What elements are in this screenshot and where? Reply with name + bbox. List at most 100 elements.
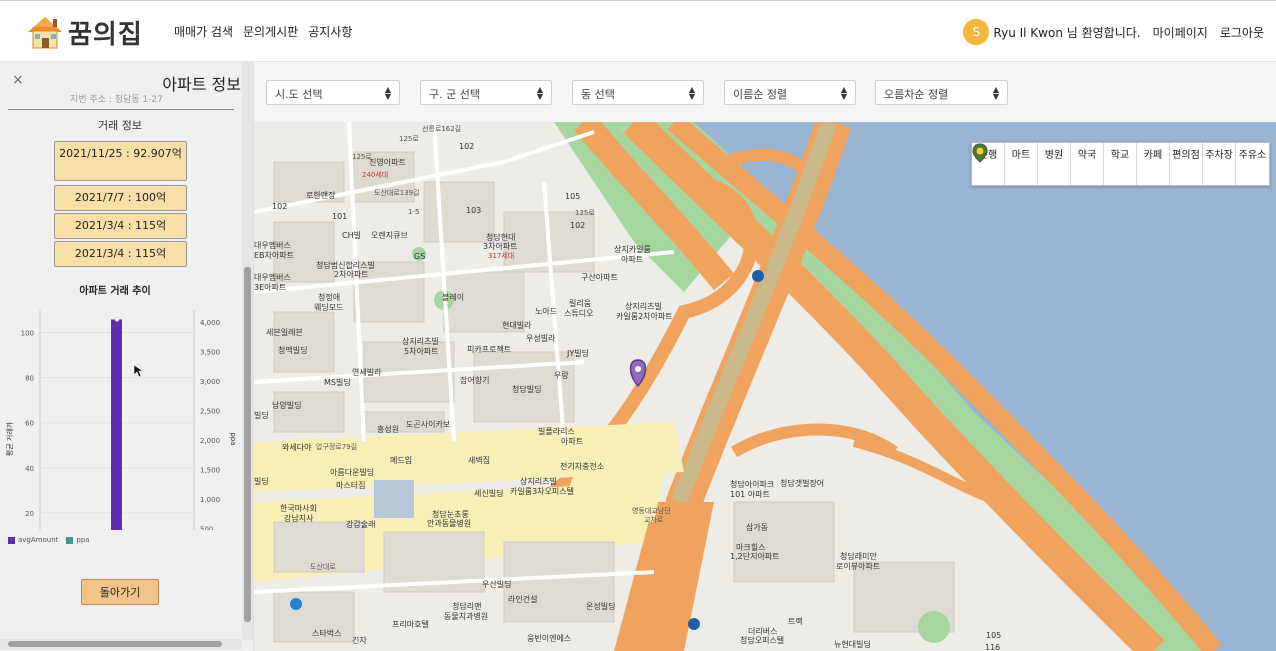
legend-item-ppa[interactable]: ppa: [66, 536, 90, 544]
y-tick-label: 100: [21, 330, 34, 338]
divider: [8, 109, 234, 110]
map-label: 강감술래: [346, 520, 376, 529]
map-label: 아름다운빌딩: [330, 468, 375, 477]
category-button[interactable]: 마트: [972, 143, 1038, 185]
category-button[interactable]: 주차장: [972, 143, 1236, 185]
sort-order-select[interactable]: 오름차순 정렬 ▲ ▼: [875, 80, 1008, 105]
category-button[interactable]: 편의점: [972, 143, 1203, 185]
category-label: 카페: [1143, 150, 1163, 161]
select-arrow-icon: ▲ ▼: [840, 85, 847, 101]
dong-select[interactable]: 동 선택 ▲ ▼: [572, 80, 704, 105]
map-label: 3E아파트: [254, 283, 287, 292]
map-label: 청맥빌딩: [278, 346, 308, 355]
map-label: 메드임: [390, 456, 413, 465]
select-arrow-icon: ▲ ▼: [384, 85, 391, 101]
avatar[interactable]: S: [963, 19, 990, 45]
map-label: 카일룸2차아파트: [616, 312, 673, 321]
back-button[interactable]: 돌아가기: [81, 579, 159, 605]
map-label: 트랙: [788, 617, 803, 626]
map-label: 카일룸3차오피스텔: [510, 487, 574, 496]
map-label: 남양빌딩: [272, 401, 302, 410]
deal-item[interactable]: 2021/3/4 : 115억: [54, 241, 187, 267]
nav-price-search[interactable]: 매매가 검색: [174, 23, 233, 40]
map-label: 블레이: [442, 293, 465, 302]
map-view[interactable]: 125로 선릉로162길 102 125로 진영아파트 240세대 로한맨장 도산대로139길…: [254, 122, 1276, 651]
map-label: 청담오피스텔: [740, 636, 785, 645]
map-label: 101: [332, 212, 348, 221]
y2-tick-label: 1,000: [200, 496, 220, 504]
scroll-thumb[interactable]: [8, 641, 222, 647]
map-label: 116: [985, 643, 1001, 651]
sort-name-select-value: 이름순 정렬: [733, 88, 788, 101]
map-label: GS: [414, 252, 426, 261]
nav-inquiry-board[interactable]: 문의게시판: [243, 23, 298, 40]
logout-link[interactable]: 로그아웃: [1220, 24, 1264, 41]
sido-select[interactable]: 시.도 선택 ▲ ▼: [266, 80, 400, 105]
legend-item-avgamount[interactable]: avgAmount: [8, 536, 58, 544]
map-label: 구산아파트: [581, 273, 618, 282]
map-label: 청담갯벌장어: [780, 479, 825, 488]
map-label: 선릉로162길: [422, 125, 462, 133]
map-label: 125로: [399, 135, 419, 143]
panel-vertical-scrollbar[interactable]: [242, 62, 253, 640]
deal-item[interactable]: 2021/7/7 : 100억: [54, 185, 187, 211]
map-label: 도산대로139길: [374, 189, 420, 197]
map-label: 새벽집: [468, 456, 491, 465]
category-button[interactable]: 병원: [972, 143, 1071, 185]
map-label: 317세대: [488, 252, 515, 260]
legend-swatch: [66, 536, 74, 544]
top-header: 꿈의집 매매가 검색 문의게시판 공지사항 S Ryu Il Kwon 님 환영…: [0, 0, 1276, 62]
y-tick-label: 80: [25, 375, 34, 383]
panel-horizontal-scrollbar[interactable]: [0, 639, 242, 650]
map-label: 도곤사이카보: [406, 420, 451, 429]
category-toolbar: 은행 마트 병원 약국 학교 카페 편의점 주차장 주유소: [971, 142, 1270, 186]
map-label: 240세대: [362, 171, 389, 179]
deal-item[interactable]: 2021/3/4 : 115억: [54, 213, 187, 239]
deal-item[interactable]: 2021/11/25 : 92.907억: [54, 141, 187, 181]
map-label: MS빌딩: [324, 378, 351, 387]
map-label: 2차아파트: [334, 270, 369, 279]
map-label: 전기차충전소: [560, 462, 605, 471]
welcome-text: Ryu Il Kwon 님 환영합니다.: [993, 25, 1141, 40]
bar-avgamount: [111, 319, 122, 530]
site-logo[interactable]: 꿈의집: [26, 12, 143, 52]
map-label: 아파트: [621, 255, 644, 264]
map-label: 웨딩모드: [314, 303, 344, 312]
category-button[interactable]: 학교: [972, 143, 1137, 185]
category-button[interactable]: 카페: [972, 143, 1170, 185]
category-button[interactable]: 주유소: [972, 143, 1269, 185]
map-label: 5차아파트: [404, 347, 439, 356]
map-label: 현대빌라: [502, 321, 532, 330]
trade-trend-chart: 02040608010005001,0001,5002,0002,5003,00…: [5, 310, 237, 530]
logo-text: 꿈의집: [68, 19, 143, 50]
dong-select-value: 동 선택: [581, 88, 615, 101]
map-label: 피카프로젝트: [467, 345, 512, 354]
map-label: 흥성원: [377, 425, 400, 434]
map-label: 102: [459, 142, 475, 151]
map-label: 102: [570, 221, 586, 230]
map-label: 삼가동: [746, 523, 769, 532]
y2-tick-label: 2,500: [200, 408, 220, 416]
y-axis-label: 평균 거래가: [5, 421, 14, 456]
category-label: 마트: [1011, 150, 1031, 161]
gugun-select[interactable]: 구. 군 선택 ▲ ▼: [420, 80, 552, 105]
map-label: 온성빌딩: [586, 602, 616, 611]
category-button[interactable]: 약국: [972, 143, 1104, 185]
map-label: 세신빌딩: [474, 489, 504, 498]
nav-notices[interactable]: 공지사항: [308, 23, 352, 40]
y-tick-label: 40: [25, 465, 34, 473]
map-label: 마스터집: [336, 481, 366, 490]
deal-section-label: 거래 정보: [98, 119, 142, 132]
y2-tick-label: 1,500: [200, 467, 220, 475]
map-label: 스타벅스: [312, 629, 342, 638]
chart-legend: avgAmount ppa: [8, 536, 90, 544]
map-label: 노아드: [535, 307, 558, 316]
sort-name-select[interactable]: 이름순 정렬 ▲ ▼: [724, 80, 856, 105]
category-label: 약국: [1077, 150, 1097, 161]
mouse-cursor-icon: [133, 364, 143, 378]
map-label: 우랑: [554, 371, 569, 380]
close-icon[interactable]: ×: [12, 72, 24, 88]
scroll-thumb[interactable]: [244, 267, 251, 622]
map-label: 안과동물병원: [427, 519, 472, 528]
mypage-link[interactable]: 마이페이지: [1153, 24, 1208, 41]
